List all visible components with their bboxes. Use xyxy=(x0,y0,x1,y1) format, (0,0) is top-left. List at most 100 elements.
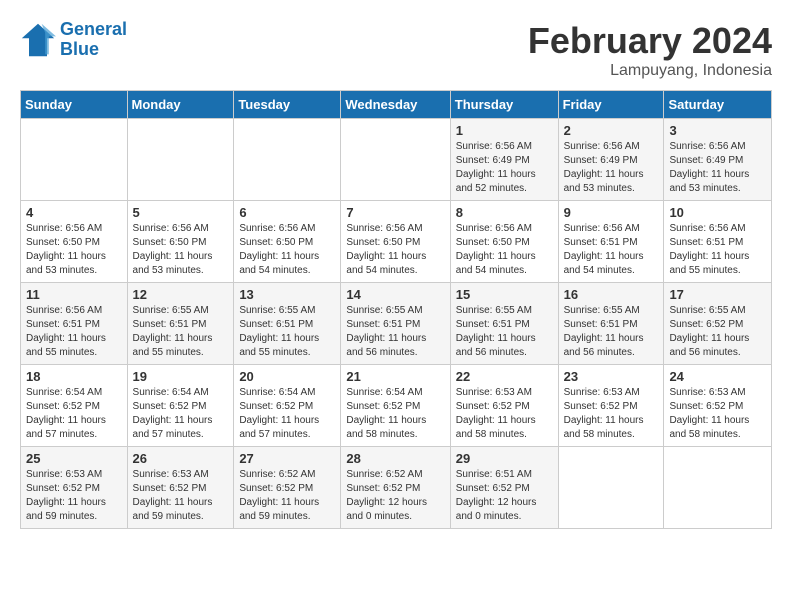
calendar-week-row: 1Sunrise: 6:56 AM Sunset: 6:49 PM Daylig… xyxy=(21,119,772,201)
calendar-cell: 19 Sunrise: 6:54 AM Sunset: 6:52 PM Dayli… xyxy=(127,365,234,447)
calendar-cell: 16 Sunrise: 6:55 AM Sunset: 6:51 PM Dayli… xyxy=(558,283,664,365)
day-number: 20 xyxy=(239,369,335,384)
calendar-cell: 24 Sunrise: 6:53 AM Sunset: 6:52 PM Dayli… xyxy=(664,365,772,447)
day-number: 28 xyxy=(346,451,444,466)
day-info: Sunrise: 6:56 AM Sunset: 6:51 PM Dayligh… xyxy=(564,222,659,278)
day-number: 21 xyxy=(346,369,444,384)
day-info: Sunrise: 6:54 AM Sunset: 6:52 PM Dayligh… xyxy=(26,386,122,442)
day-number: 4 xyxy=(26,205,122,220)
day-number: 14 xyxy=(346,287,444,302)
calendar-cell: 23 Sunrise: 6:53 AM Sunset: 6:52 PM Dayli… xyxy=(558,365,664,447)
day-info: Sunrise: 6:54 AM Sunset: 6:52 PM Dayligh… xyxy=(346,386,444,442)
calendar-cell: 22 Sunrise: 6:53 AM Sunset: 6:52 PM Dayli… xyxy=(450,365,558,447)
calendar-cell xyxy=(21,119,128,201)
day-info: Sunrise: 6:55 AM Sunset: 6:51 PM Dayligh… xyxy=(564,304,659,360)
calendar-cell: 6Sunrise: 6:56 AM Sunset: 6:50 PM Daylig… xyxy=(234,201,341,283)
day-info: Sunrise: 6:56 AM Sunset: 6:49 PM Dayligh… xyxy=(456,140,553,196)
day-number: 19 xyxy=(133,369,229,384)
day-number: 27 xyxy=(239,451,335,466)
calendar-cell xyxy=(341,119,450,201)
calendar-cell: 28 Sunrise: 6:52 AM Sunset: 6:52 PM Dayli… xyxy=(341,447,450,529)
day-info: Sunrise: 6:53 AM Sunset: 6:52 PM Dayligh… xyxy=(133,468,229,524)
calendar-cell: 17Sunrise: 6:55 AM Sunset: 6:52 PM Dayli… xyxy=(664,283,772,365)
calendar-cell: 21 Sunrise: 6:54 AM Sunset: 6:52 PM Dayli… xyxy=(341,365,450,447)
day-info: Sunrise: 6:53 AM Sunset: 6:52 PM Dayligh… xyxy=(669,386,766,442)
calendar-cell: 12 Sunrise: 6:55 AM Sunset: 6:51 PM Dayli… xyxy=(127,283,234,365)
calendar-cell: 27Sunrise: 6:52 AM Sunset: 6:52 PM Dayli… xyxy=(234,447,341,529)
day-number: 16 xyxy=(564,287,659,302)
header: General Blue February 2024 Lampuyang, In… xyxy=(20,20,772,80)
calendar-week-row: 18 Sunrise: 6:54 AM Sunset: 6:52 PM Dayli… xyxy=(21,365,772,447)
day-number: 26 xyxy=(133,451,229,466)
calendar-cell: 9Sunrise: 6:56 AM Sunset: 6:51 PM Daylig… xyxy=(558,201,664,283)
calendar-cell: 20Sunrise: 6:54 AM Sunset: 6:52 PM Dayli… xyxy=(234,365,341,447)
day-info: Sunrise: 6:55 AM Sunset: 6:51 PM Dayligh… xyxy=(239,304,335,360)
calendar-cell: 5 Sunrise: 6:56 AM Sunset: 6:50 PM Daylig… xyxy=(127,201,234,283)
title-area: February 2024 Lampuyang, Indonesia xyxy=(528,20,772,80)
column-header-friday: Friday xyxy=(558,91,664,119)
calendar-cell: 14 Sunrise: 6:55 AM Sunset: 6:51 PM Dayli… xyxy=(341,283,450,365)
calendar-cell: 13 Sunrise: 6:55 AM Sunset: 6:51 PM Dayli… xyxy=(234,283,341,365)
column-header-saturday: Saturday xyxy=(664,91,772,119)
calendar-title: February 2024 xyxy=(528,20,772,62)
day-number: 12 xyxy=(133,287,229,302)
day-number: 5 xyxy=(133,205,229,220)
day-info: Sunrise: 6:52 AM Sunset: 6:52 PM Dayligh… xyxy=(346,468,444,524)
day-info: Sunrise: 6:53 AM Sunset: 6:52 PM Dayligh… xyxy=(456,386,553,442)
day-info: Sunrise: 6:51 AM Sunset: 6:52 PM Dayligh… xyxy=(456,468,553,524)
calendar-body: 1Sunrise: 6:56 AM Sunset: 6:49 PM Daylig… xyxy=(21,119,772,529)
calendar-cell: 26 Sunrise: 6:53 AM Sunset: 6:52 PM Dayli… xyxy=(127,447,234,529)
day-number: 11 xyxy=(26,287,122,302)
day-number: 13 xyxy=(239,287,335,302)
day-number: 18 xyxy=(26,369,122,384)
day-number: 25 xyxy=(26,451,122,466)
day-info: Sunrise: 6:53 AM Sunset: 6:52 PM Dayligh… xyxy=(564,386,659,442)
calendar-cell: 2Sunrise: 6:56 AM Sunset: 6:49 PM Daylig… xyxy=(558,119,664,201)
calendar-cell: 4 Sunrise: 6:56 AM Sunset: 6:50 PM Daylig… xyxy=(21,201,128,283)
day-info: Sunrise: 6:54 AM Sunset: 6:52 PM Dayligh… xyxy=(133,386,229,442)
calendar-subtitle: Lampuyang, Indonesia xyxy=(528,62,772,80)
calendar-cell: 1Sunrise: 6:56 AM Sunset: 6:49 PM Daylig… xyxy=(450,119,558,201)
calendar-table: SundayMondayTuesdayWednesdayThursdayFrid… xyxy=(20,90,772,529)
day-info: Sunrise: 6:56 AM Sunset: 6:50 PM Dayligh… xyxy=(26,222,122,278)
column-header-thursday: Thursday xyxy=(450,91,558,119)
day-info: Sunrise: 6:56 AM Sunset: 6:51 PM Dayligh… xyxy=(669,222,766,278)
day-number: 23 xyxy=(564,369,659,384)
day-number: 29 xyxy=(456,451,553,466)
day-number: 2 xyxy=(564,123,659,138)
day-number: 24 xyxy=(669,369,766,384)
calendar-header-row: SundayMondayTuesdayWednesdayThursdayFrid… xyxy=(21,91,772,119)
calendar-week-row: 25 Sunrise: 6:53 AM Sunset: 6:52 PM Dayli… xyxy=(21,447,772,529)
day-info: Sunrise: 6:55 AM Sunset: 6:51 PM Dayligh… xyxy=(346,304,444,360)
day-number: 22 xyxy=(456,369,553,384)
day-info: Sunrise: 6:56 AM Sunset: 6:50 PM Dayligh… xyxy=(346,222,444,278)
calendar-cell: 7 Sunrise: 6:56 AM Sunset: 6:50 PM Daylig… xyxy=(341,201,450,283)
calendar-week-row: 11 Sunrise: 6:56 AM Sunset: 6:51 PM Dayli… xyxy=(21,283,772,365)
calendar-cell: 25Sunrise: 6:53 AM Sunset: 6:52 PM Dayli… xyxy=(21,447,128,529)
day-info: Sunrise: 6:56 AM Sunset: 6:49 PM Dayligh… xyxy=(669,140,766,196)
calendar-cell: 3Sunrise: 6:56 AM Sunset: 6:49 PM Daylig… xyxy=(664,119,772,201)
logo-icon xyxy=(20,22,56,58)
day-info: Sunrise: 6:56 AM Sunset: 6:50 PM Dayligh… xyxy=(133,222,229,278)
day-number: 10 xyxy=(669,205,766,220)
day-number: 8 xyxy=(456,205,553,220)
logo: General Blue xyxy=(20,20,127,60)
calendar-cell: 8Sunrise: 6:56 AM Sunset: 6:50 PM Daylig… xyxy=(450,201,558,283)
column-header-monday: Monday xyxy=(127,91,234,119)
day-info: Sunrise: 6:56 AM Sunset: 6:51 PM Dayligh… xyxy=(26,304,122,360)
day-info: Sunrise: 6:56 AM Sunset: 6:50 PM Dayligh… xyxy=(239,222,335,278)
calendar-cell xyxy=(127,119,234,201)
day-number: 7 xyxy=(346,205,444,220)
day-info: Sunrise: 6:55 AM Sunset: 6:51 PM Dayligh… xyxy=(456,304,553,360)
calendar-cell: 15 Sunrise: 6:55 AM Sunset: 6:51 PM Dayli… xyxy=(450,283,558,365)
logo-text: General Blue xyxy=(60,20,127,60)
calendar-week-row: 4 Sunrise: 6:56 AM Sunset: 6:50 PM Daylig… xyxy=(21,201,772,283)
calendar-cell xyxy=(558,447,664,529)
calendar-cell: 11 Sunrise: 6:56 AM Sunset: 6:51 PM Dayli… xyxy=(21,283,128,365)
day-number: 15 xyxy=(456,287,553,302)
day-info: Sunrise: 6:55 AM Sunset: 6:51 PM Dayligh… xyxy=(133,304,229,360)
calendar-cell: 18 Sunrise: 6:54 AM Sunset: 6:52 PM Dayli… xyxy=(21,365,128,447)
calendar-cell: 10 Sunrise: 6:56 AM Sunset: 6:51 PM Dayli… xyxy=(664,201,772,283)
calendar-cell: 29 Sunrise: 6:51 AM Sunset: 6:52 PM Dayli… xyxy=(450,447,558,529)
calendar-cell xyxy=(234,119,341,201)
